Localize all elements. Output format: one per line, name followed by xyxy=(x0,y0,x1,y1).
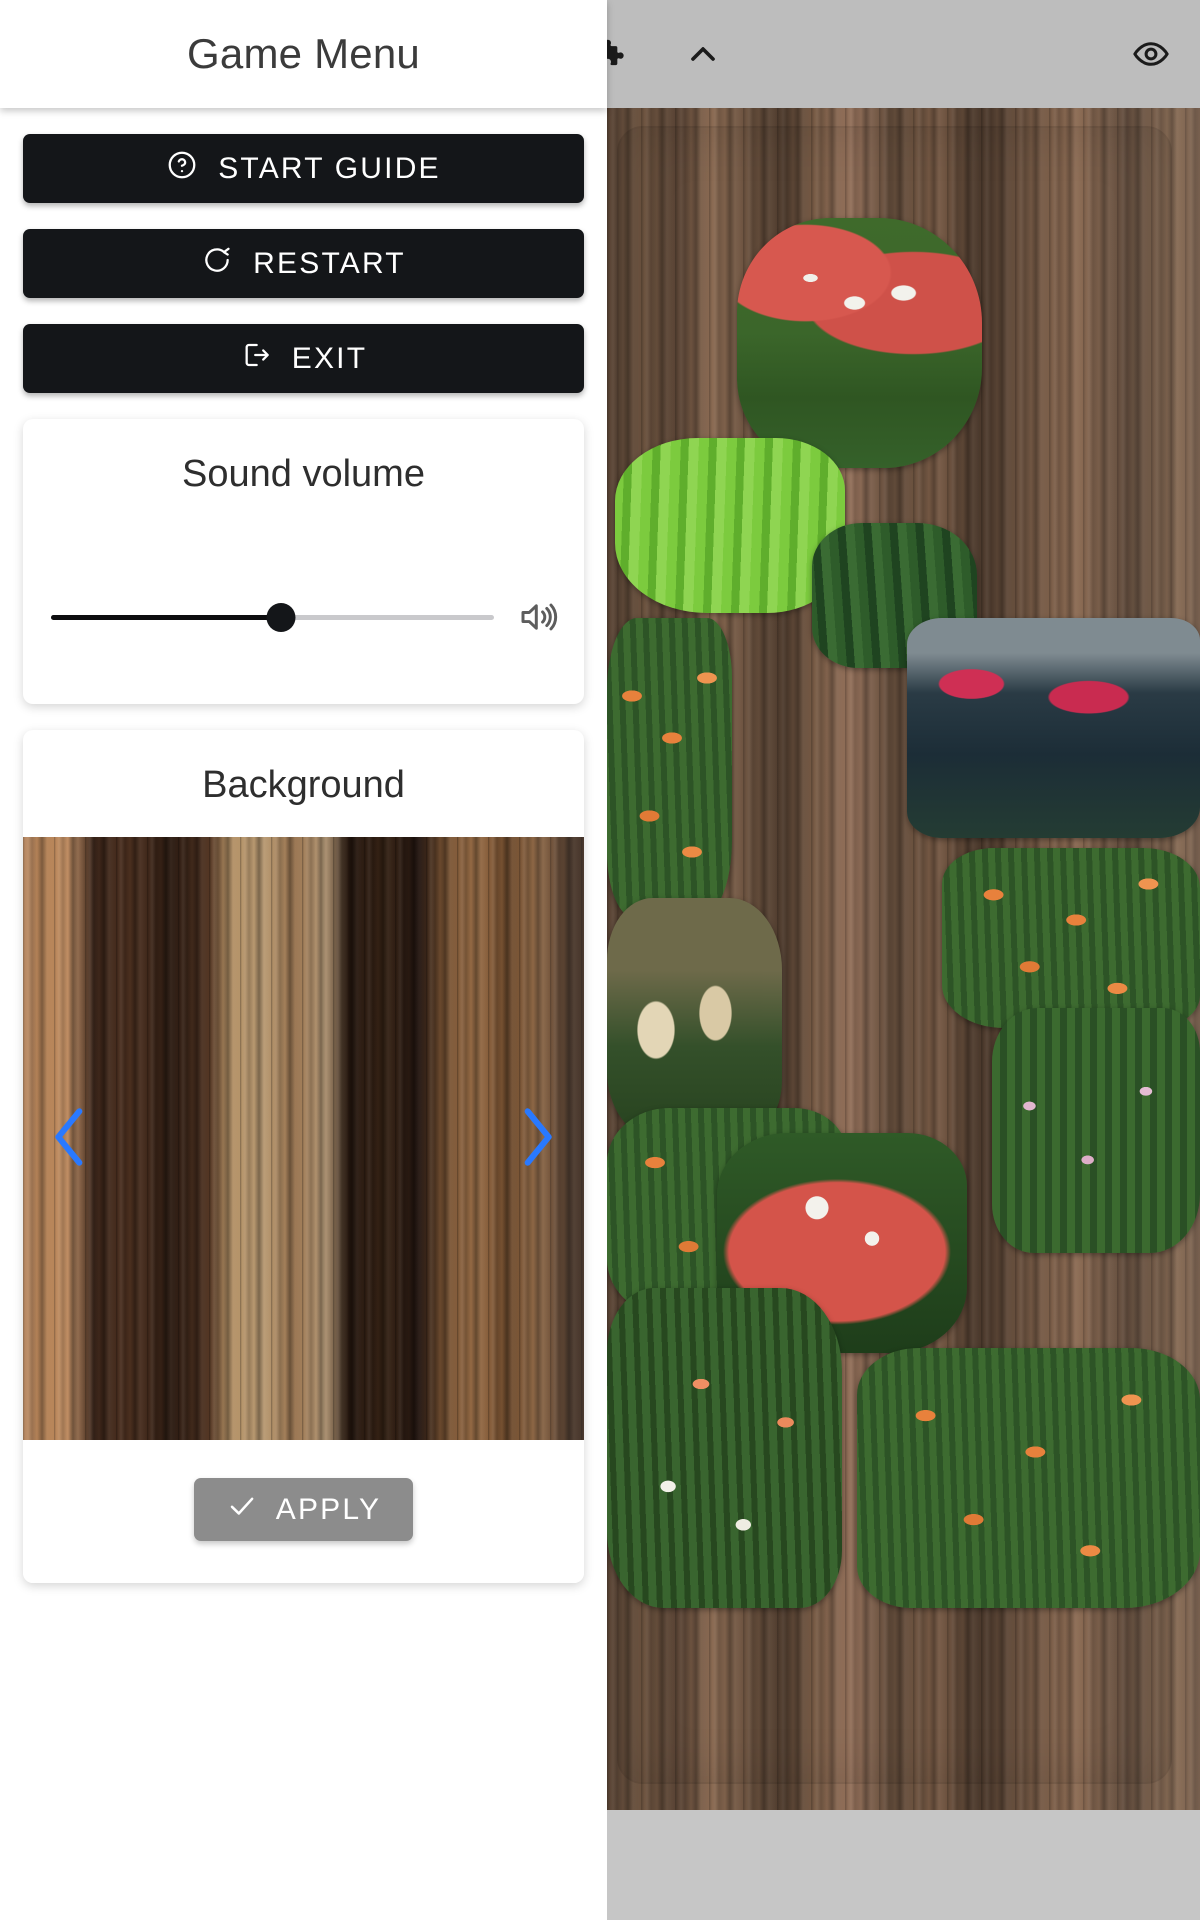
volume-slider[interactable] xyxy=(51,602,494,632)
menu-body: START GUIDE RESTART EXIT Sound volume Ba… xyxy=(0,108,607,1583)
restart-button[interactable]: RESTART xyxy=(23,229,584,298)
start-guide-button[interactable]: START GUIDE xyxy=(23,134,584,203)
volume-high-icon[interactable] xyxy=(516,596,558,638)
question-circle-icon xyxy=(166,149,198,189)
exit-button[interactable]: EXIT xyxy=(23,324,584,393)
page-title: Game Menu xyxy=(187,30,420,77)
logout-icon xyxy=(240,339,272,379)
check-icon xyxy=(226,1490,258,1530)
exit-label: EXIT xyxy=(291,341,368,375)
chevron-up-icon[interactable] xyxy=(680,31,726,77)
chevron-right-icon xyxy=(509,1099,565,1178)
background-preview-sheen xyxy=(23,837,584,1440)
sound-volume-title: Sound volume xyxy=(182,453,425,495)
chevron-left-icon xyxy=(42,1099,98,1178)
background-prev-button[interactable] xyxy=(35,1094,105,1184)
restart-label: RESTART xyxy=(253,246,406,280)
piece-tan-mushrooms[interactable] xyxy=(607,898,782,1138)
eye-icon[interactable] xyxy=(1128,31,1174,77)
piece-forest-blue[interactable] xyxy=(907,618,1200,838)
apply-row: APPLY xyxy=(23,1440,584,1583)
background-title: Background xyxy=(202,764,405,806)
background-card: Background APPLY xyxy=(23,730,584,1583)
jigsaw-puzzle-board[interactable] xyxy=(607,108,1200,1810)
start-guide-label: START GUIDE xyxy=(218,151,441,185)
piece-white-flowers[interactable] xyxy=(607,1288,842,1608)
game-menu-panel: Game Menu START GUIDE RESTART EXIT Sound… xyxy=(0,0,607,1920)
background-preview[interactable] xyxy=(23,837,584,1440)
piece-orange-field-right[interactable] xyxy=(942,848,1200,1028)
apply-label: APPLY xyxy=(275,1492,382,1526)
piece-orange-field-left[interactable] xyxy=(607,618,732,918)
sound-volume-card: Sound volume xyxy=(23,419,584,704)
refresh-icon xyxy=(201,244,233,284)
menu-header: Game Menu xyxy=(0,0,607,108)
volume-slider-fill xyxy=(51,614,282,620)
piece-orange-bottom-right[interactable] xyxy=(857,1348,1200,1608)
piece-pink-field[interactable] xyxy=(992,1008,1200,1253)
apply-button[interactable]: APPLY xyxy=(193,1478,414,1541)
volume-slider-thumb[interactable] xyxy=(266,602,296,632)
background-next-button[interactable] xyxy=(502,1094,572,1184)
piece-green-grass[interactable] xyxy=(615,438,845,613)
sound-volume-row xyxy=(51,596,558,638)
piece-red-mushroom-caps[interactable] xyxy=(737,218,982,468)
